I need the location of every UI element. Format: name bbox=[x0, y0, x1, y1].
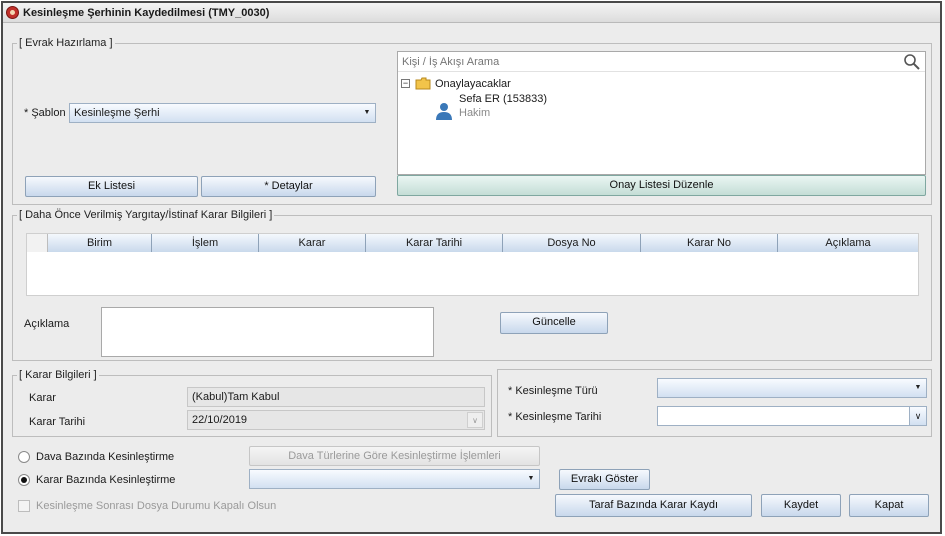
chevron-down-icon[interactable]: ▼ bbox=[523, 470, 539, 488]
tree-root-label: Onaylayacaklar bbox=[435, 78, 511, 90]
karar-bazinda-label[interactable]: Karar Bazında Kesinleştirme bbox=[36, 474, 175, 486]
select-all-header[interactable] bbox=[27, 234, 48, 252]
kaydet-label: Kaydet bbox=[783, 499, 819, 511]
karar-label: Karar bbox=[29, 392, 56, 404]
column-header[interactable]: Karar bbox=[259, 234, 366, 252]
kapali-olsun-checkbox[interactable] bbox=[18, 500, 30, 512]
window-title: Kesinleşme Şerhinin Kaydedilmesi (TMY_00… bbox=[23, 7, 270, 19]
kesinlesme-tarihi-field[interactable]: ∨ bbox=[657, 406, 927, 426]
approver-panel: − Onaylayacaklar Sefa ER (153833) Hakim bbox=[397, 51, 926, 175]
dava-turleri-label: Dava Türlerine Göre Kesinleştirme İşleml… bbox=[288, 450, 501, 462]
column-header[interactable]: Karar No bbox=[641, 234, 778, 252]
tree-person-role: Hakim bbox=[459, 107, 491, 119]
previous-decisions-group: [ Daha Önce Verilmiş Yargıtay/İstinaf Ka… bbox=[12, 209, 932, 361]
kesinlesme-turu-select[interactable]: ▼ bbox=[657, 378, 927, 398]
taraf-bazinda-label: Taraf Bazında Karar Kaydı bbox=[588, 499, 718, 511]
table-header-row: Birim İşlem Karar Karar Tarihi Dosya No … bbox=[27, 234, 918, 252]
onay-listesi-label: Onay Listesi Düzenle bbox=[609, 179, 714, 191]
chevron-down-icon: ∨ bbox=[467, 412, 483, 428]
previous-decisions-table: Birim İşlem Karar Karar Tarihi Dosya No … bbox=[26, 233, 919, 296]
sablon-select[interactable]: Kesinleşme Şerhi ▼ bbox=[69, 103, 376, 123]
ek-listesi-label: Ek Listesi bbox=[87, 180, 136, 192]
main-window: Kesinleşme Şerhinin Kaydedilmesi (TMY_00… bbox=[1, 1, 942, 534]
dava-bazinda-label[interactable]: Dava Bazında Kesinleştirme bbox=[36, 451, 174, 463]
chevron-down-icon[interactable]: ▼ bbox=[910, 379, 926, 397]
karar-tarihi-value: 22/10/2019 bbox=[192, 414, 248, 426]
column-header[interactable]: İşlem bbox=[152, 234, 259, 252]
taraf-bazinda-button[interactable]: Taraf Bazında Karar Kaydı bbox=[555, 494, 752, 517]
tree-person-item[interactable]: Sefa ER (153833) Hakim bbox=[434, 93, 634, 123]
kapat-label: Kapat bbox=[874, 499, 904, 511]
previous-decisions-legend: [ Daha Önce Verilmiş Yargıtay/İstinaf Ka… bbox=[17, 209, 275, 221]
search-box[interactable] bbox=[398, 52, 925, 72]
dava-bazinda-radio[interactable] bbox=[18, 451, 30, 463]
karar-bilgileri-group: [ Karar Bilgileri ] Karar (Kabul)Tam Kab… bbox=[12, 369, 492, 437]
chevron-down-icon[interactable]: ▼ bbox=[359, 104, 375, 122]
sablon-value: Kesinleşme Şerhi bbox=[74, 107, 160, 119]
kapali-olsun-label[interactable]: Kesinleşme Sonrası Dosya Durumu Kapalı O… bbox=[36, 500, 276, 512]
evrak-hazirlama-group: [ Evrak Hazırlama ] * Şablon Kesinleşme … bbox=[12, 37, 932, 205]
detaylar-label: * Detaylar bbox=[264, 180, 313, 192]
detaylar-button[interactable]: * Detaylar bbox=[201, 176, 376, 197]
ek-listesi-button[interactable]: Ek Listesi bbox=[25, 176, 198, 197]
evrak-hazirlama-legend: [ Evrak Hazırlama ] bbox=[17, 37, 115, 49]
guncelle-label: Güncelle bbox=[532, 316, 576, 328]
guncelle-button[interactable]: Güncelle bbox=[500, 312, 608, 334]
karar-tarihi-field: 22/10/2019 ∨ bbox=[187, 410, 485, 430]
evrak-goster-label: Evrakı Göster bbox=[570, 473, 639, 485]
kesinlesme-turu-label: * Kesinleşme Türü bbox=[508, 385, 598, 397]
search-input[interactable] bbox=[400, 54, 890, 70]
aciklama-textarea[interactable] bbox=[101, 307, 434, 357]
karar-tarihi-label: Karar Tarihi bbox=[29, 416, 86, 428]
user-icon bbox=[436, 103, 452, 120]
evrak-goster-button[interactable]: Evrakı Göster bbox=[559, 469, 650, 490]
karar-value: (Kabul)Tam Kabul bbox=[192, 391, 280, 403]
kaydet-button[interactable]: Kaydet bbox=[761, 494, 841, 517]
chevron-down-icon[interactable]: ∨ bbox=[909, 407, 926, 425]
tree-collapse-toggle[interactable]: − bbox=[401, 79, 410, 88]
karar-bazinda-radio[interactable] bbox=[18, 474, 30, 486]
app-logo-icon bbox=[6, 6, 19, 19]
column-header[interactable]: Karar Tarihi bbox=[366, 234, 503, 252]
karar-field: (Kabul)Tam Kabul bbox=[187, 387, 485, 407]
dava-turleri-button[interactable]: Dava Türlerine Göre Kesinleştirme İşleml… bbox=[249, 446, 540, 466]
title-bar: Kesinleşme Şerhinin Kaydedilmesi (TMY_00… bbox=[3, 3, 940, 23]
search-icon[interactable] bbox=[903, 53, 921, 71]
sablon-label: * Şablon bbox=[24, 107, 66, 119]
onay-listesi-button[interactable]: Onay Listesi Düzenle bbox=[397, 175, 926, 196]
karar-bazinda-select[interactable]: ▼ bbox=[249, 469, 540, 489]
karar-bilgileri-legend: [ Karar Bilgileri ] bbox=[17, 369, 99, 381]
column-header[interactable]: Birim bbox=[48, 234, 152, 252]
column-header[interactable]: Açıklama bbox=[778, 234, 918, 252]
aciklama-label: Açıklama bbox=[24, 318, 70, 330]
folder-icon bbox=[415, 77, 431, 90]
kesinlesme-group: * Kesinleşme Türü ▼ * Kesinleşme Tarihi … bbox=[497, 369, 932, 437]
column-header[interactable]: Dosya No bbox=[503, 234, 641, 252]
tree-person-name: Sefa ER (153833) bbox=[459, 93, 548, 105]
kesinlesme-tarihi-label: * Kesinleşme Tarihi bbox=[508, 411, 602, 423]
kapat-button[interactable]: Kapat bbox=[849, 494, 929, 517]
